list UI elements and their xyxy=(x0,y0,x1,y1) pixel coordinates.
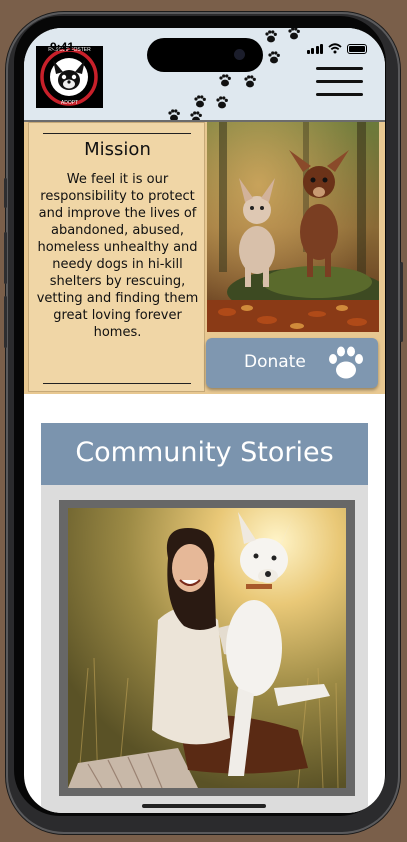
mission-card: Mission We feel it is our responsibility… xyxy=(28,122,205,392)
chihuahua-rescue-logo xyxy=(36,46,103,108)
mission-bottom-rule xyxy=(43,383,191,384)
home-indicator[interactable] xyxy=(142,804,266,808)
camera-icon xyxy=(234,49,245,60)
community-stories-body xyxy=(41,485,368,813)
wifi-icon xyxy=(328,43,342,54)
phone-volume-down-button xyxy=(4,296,7,348)
rescue-logo[interactable]: RESCUE FOSTER ADOPT xyxy=(36,46,103,108)
phone-side-button xyxy=(4,178,7,208)
community-stories-title: Community Stories xyxy=(75,437,334,468)
logo-bottom-text: ADOPT xyxy=(60,100,79,106)
site-header: RESCUE FOSTER ADOPT 9:41 xyxy=(24,28,385,120)
phone-screen: RESCUE FOSTER ADOPT 9:41 Mission We feel… xyxy=(24,28,385,813)
status-icons xyxy=(306,43,367,54)
donate-button[interactable]: Donate xyxy=(206,338,378,388)
mission-section: Mission We feel it is our responsibility… xyxy=(24,122,385,394)
donate-label: Donate xyxy=(244,352,306,372)
dynamic-island xyxy=(147,38,263,72)
chihuahuas-photo xyxy=(207,122,379,332)
hamburger-menu-icon[interactable] xyxy=(316,67,363,96)
status-time: 9:41 xyxy=(50,40,75,54)
story-photo-frame xyxy=(59,500,355,796)
cellular-signal-icon xyxy=(306,44,323,54)
phone-volume-up-button xyxy=(4,232,7,284)
paw-icon xyxy=(329,346,363,379)
battery-icon xyxy=(347,44,367,54)
story-photo[interactable] xyxy=(68,508,346,788)
phone-power-button xyxy=(400,262,403,342)
community-stories-header: Community Stories xyxy=(41,423,368,485)
mission-top-rule xyxy=(43,133,191,134)
mission-title: Mission xyxy=(84,139,151,160)
mission-text: We feel it is our responsibility to prot… xyxy=(36,172,199,340)
